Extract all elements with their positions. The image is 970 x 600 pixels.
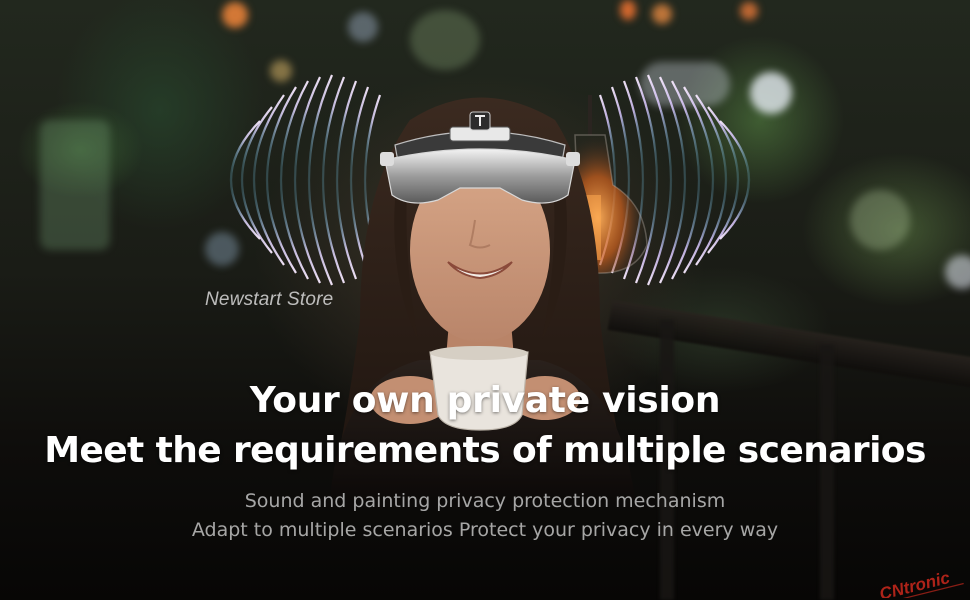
headline-line-1: Your own private vision [249, 380, 721, 421]
bokeh-light [945, 255, 970, 289]
subtitle-line-2: Adapt to multiple scenarios Protect your… [191, 519, 779, 541]
subtitle-line-1: Sound and painting privacy protection me… [244, 490, 726, 512]
svg-text:CNtronic: CNtronic [878, 568, 953, 598]
bokeh-light [348, 12, 378, 42]
bokeh-light [850, 190, 910, 250]
brand-logo: CNtronic [878, 568, 964, 598]
store-watermark: Newstart Store [205, 289, 334, 310]
promo-banner: Newstart Store Your own private vision M… [0, 0, 970, 600]
bokeh-light [40, 120, 110, 250]
headline-line-2: Meet the requirements of multiple scenar… [44, 430, 926, 471]
bokeh-light [652, 4, 672, 24]
bokeh-light [740, 2, 758, 20]
bokeh-light [222, 2, 248, 28]
bokeh-light [620, 0, 636, 20]
